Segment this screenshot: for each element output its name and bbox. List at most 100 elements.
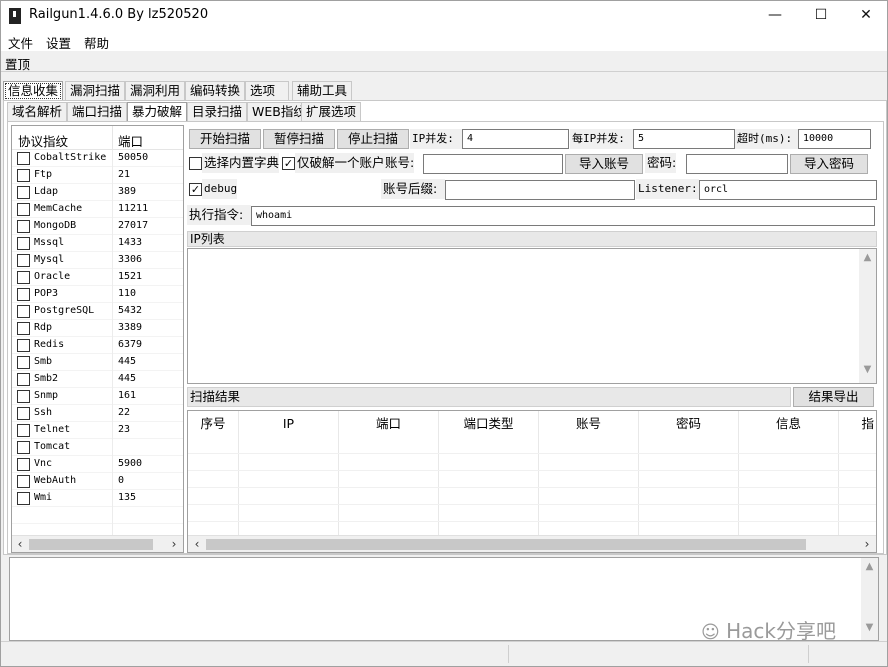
tab-aux-tools[interactable]: 辅助工具 <box>292 81 353 100</box>
protocol-row[interactable]: Oracle 1521 <box>12 269 183 286</box>
protocol-checkbox[interactable] <box>17 288 30 301</box>
protocol-checkbox[interactable] <box>17 220 30 233</box>
scroll-right-icon[interactable]: › <box>860 537 874 551</box>
col-header-info[interactable]: 信息 <box>739 411 838 437</box>
minimize-button[interactable]: — <box>752 1 798 31</box>
builtin-dict-checkbox[interactable] <box>189 157 202 170</box>
protocol-checkbox[interactable] <box>17 271 30 284</box>
menu-settings[interactable]: 设置 <box>46 33 71 52</box>
crack-one-checkbox[interactable]: ✓ <box>282 157 295 170</box>
protocol-row[interactable]: Mysql 3306 <box>12 252 183 269</box>
protocol-checkbox[interactable] <box>17 390 30 403</box>
scroll-left-icon[interactable]: ‹ <box>190 537 204 551</box>
protocol-row[interactable]: Ftp 21 <box>12 167 183 184</box>
close-button[interactable]: ✕ <box>843 1 888 31</box>
protocol-checkbox[interactable] <box>17 152 30 165</box>
protocol-checkbox[interactable] <box>17 339 30 352</box>
protocol-checkbox[interactable] <box>17 492 30 505</box>
protocol-row[interactable]: Rdp 3389 <box>12 320 183 337</box>
protocol-row[interactable]: Snmp 161 <box>12 388 183 405</box>
protocol-checkbox[interactable] <box>17 356 30 369</box>
scroll-thumb[interactable] <box>29 539 153 550</box>
pause-scan-button[interactable]: 暂停扫描 <box>263 129 335 149</box>
title-bar[interactable]: Railgun1.4.6.0 By lz520520 — ☐ ✕ <box>1 1 887 31</box>
protocol-checkbox[interactable] <box>17 424 30 437</box>
menu-file[interactable]: 文件 <box>8 33 33 52</box>
password-input[interactable] <box>686 154 788 174</box>
tab-options[interactable]: 选项 <box>245 81 289 100</box>
scroll-up-icon[interactable]: ▲ <box>861 561 878 572</box>
protocol-checkbox[interactable] <box>17 186 30 199</box>
tab-brute-force[interactable]: 暴力破解 <box>127 102 188 122</box>
protocol-row[interactable]: WebAuth 0 <box>12 473 183 490</box>
pin-on-top-button[interactable]: 置顶 <box>5 54 30 73</box>
protocol-row[interactable]: PostgreSQL 5432 <box>12 303 183 320</box>
protocol-row[interactable]: Redis 6379 <box>12 337 183 354</box>
listener-input[interactable]: orcl <box>699 180 877 200</box>
scroll-up-icon[interactable]: ▲ <box>859 252 876 263</box>
scroll-left-icon[interactable]: ‹ <box>13 537 27 551</box>
import-account-button[interactable]: 导入账号 <box>565 154 643 174</box>
protocol-row[interactable]: MongoDB 27017 <box>12 218 183 235</box>
protocol-checkbox[interactable] <box>17 254 30 267</box>
tab-vuln-scan[interactable]: 漏洞扫描 <box>65 81 126 100</box>
protocol-checkbox[interactable] <box>17 475 30 488</box>
maximize-button[interactable]: ☐ <box>798 1 844 31</box>
log-vscrollbar[interactable]: ▲ ▼ <box>861 558 878 640</box>
exec-cmd-input[interactable]: whoami <box>251 206 875 226</box>
ip-list-vscrollbar[interactable]: ▲ ▼ <box>859 249 876 383</box>
protocol-row[interactable]: Wmi 135 <box>12 490 183 507</box>
protocol-row[interactable]: CobaltStrike 50050 <box>12 150 183 167</box>
stop-scan-button[interactable]: 停止扫描 <box>337 129 409 149</box>
col-header-fingerprint[interactable]: 指 <box>839 411 876 437</box>
protocol-row[interactable]: Telnet 23 <box>12 422 183 439</box>
protocol-checkbox[interactable] <box>17 458 30 471</box>
port-column-header[interactable]: 端口 <box>118 131 143 150</box>
scroll-thumb[interactable] <box>206 539 806 550</box>
debug-checkbox[interactable]: ✓ <box>189 183 202 196</box>
protocol-row[interactable]: Ssh 22 <box>12 405 183 422</box>
scroll-right-icon[interactable]: › <box>167 537 181 551</box>
timeout-input[interactable]: 10000 <box>798 129 871 149</box>
col-header-password[interactable]: 密码 <box>639 411 738 437</box>
protocol-checkbox[interactable] <box>17 373 30 386</box>
tab-extended-options[interactable]: 扩展选项 <box>301 102 362 121</box>
protocol-row[interactable]: Mssql 1433 <box>12 235 183 252</box>
protocol-checkbox[interactable] <box>17 237 30 250</box>
menu-help[interactable]: 帮助 <box>84 33 109 52</box>
protocol-checkbox[interactable] <box>17 169 30 182</box>
protocol-list-hscrollbar[interactable]: ‹ › <box>12 535 183 552</box>
protocol-checkbox[interactable] <box>17 407 30 420</box>
protocol-row[interactable]: MemCache 11211 <box>12 201 183 218</box>
per-ip-concurrency-input[interactable]: 5 <box>633 129 735 149</box>
tab-dir-scan[interactable]: 目录扫描 <box>187 102 248 121</box>
protocol-row[interactable]: Smb 445 <box>12 354 183 371</box>
ip-concurrency-input[interactable]: 4 <box>462 129 569 149</box>
results-hscrollbar[interactable]: ‹ › <box>188 535 876 552</box>
scroll-down-icon[interactable]: ▼ <box>859 364 876 375</box>
tab-port-scan[interactable]: 端口扫描 <box>67 102 128 121</box>
protocol-row[interactable]: Smb2 445 <box>12 371 183 388</box>
protocol-row[interactable]: POP3 110 <box>12 286 183 303</box>
scroll-down-icon[interactable]: ▼ <box>861 622 878 633</box>
protocol-row[interactable]: Tomcat <box>12 439 183 456</box>
col-header-port[interactable]: 端口 <box>339 411 438 437</box>
col-header-index[interactable]: 序号 <box>188 411 238 437</box>
protocol-checkbox[interactable] <box>17 305 30 318</box>
protocol-column-header[interactable]: 协议指纹 <box>18 131 68 150</box>
tab-domain-resolve[interactable]: 域名解析 <box>7 102 68 121</box>
account-input[interactable] <box>423 154 563 174</box>
tab-info-gathering[interactable]: 信息收集 <box>3 81 64 101</box>
protocol-row[interactable]: Ldap 389 <box>12 184 183 201</box>
account-suffix-input[interactable] <box>445 180 635 200</box>
results-table[interactable]: 序号 IP 端口 端口类型 账号 密码 信息 指 ‹ › <box>187 410 877 553</box>
protocol-checkbox[interactable] <box>17 203 30 216</box>
col-header-port-type[interactable]: 端口类型 <box>439 411 538 437</box>
export-results-button[interactable]: 结果导出 <box>793 387 874 407</box>
col-header-account[interactable]: 账号 <box>539 411 638 437</box>
tab-encoding[interactable]: 编码转换 <box>185 81 246 100</box>
tab-vuln-exploit[interactable]: 漏洞利用 <box>125 81 186 100</box>
protocol-row[interactable]: Vnc 5900 <box>12 456 183 473</box>
col-header-ip[interactable]: IP <box>239 411 338 437</box>
ip-list-textarea[interactable]: ▲ ▼ <box>187 248 877 384</box>
